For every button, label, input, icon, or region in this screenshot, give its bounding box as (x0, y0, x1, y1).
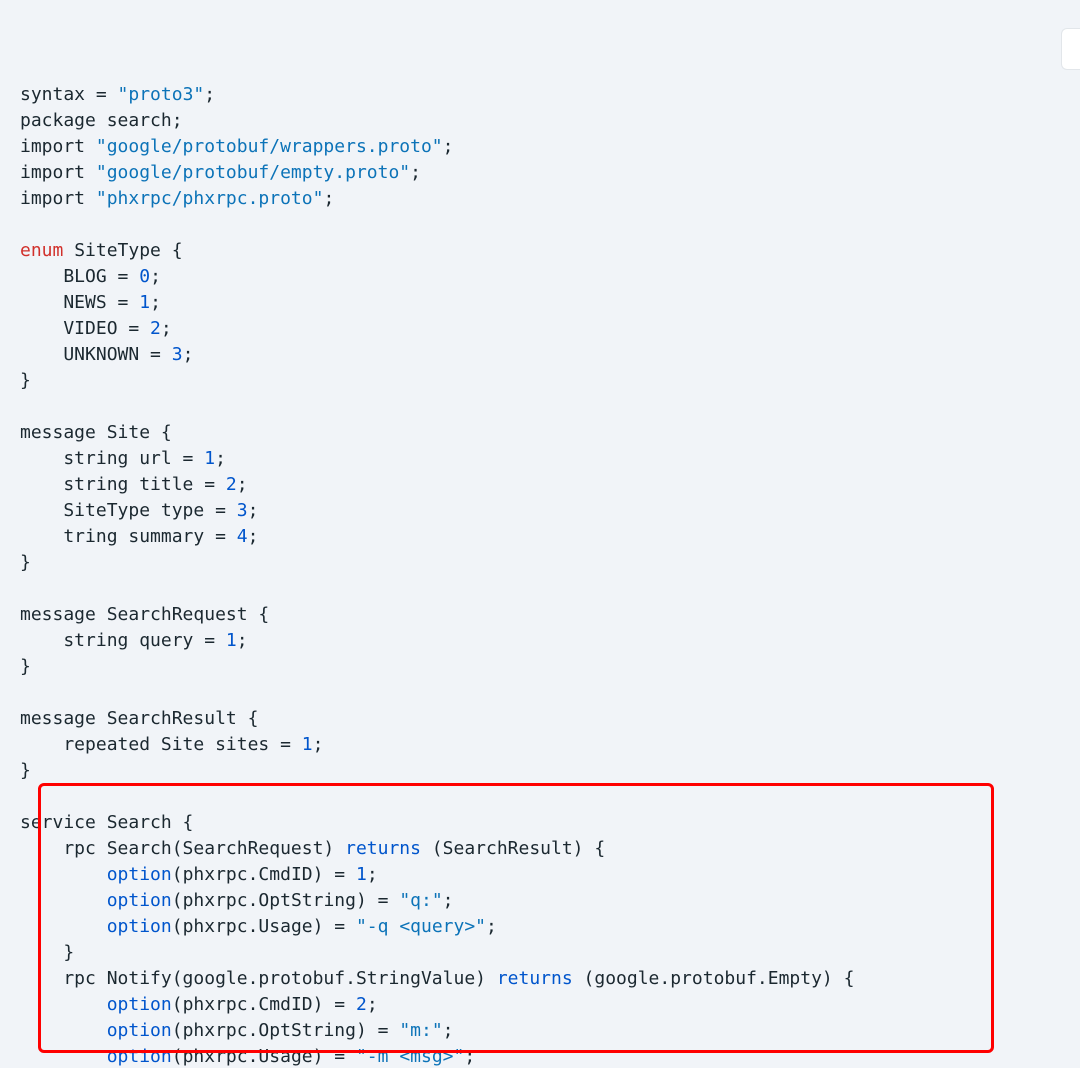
code-line: import "google/protobuf/empty.proto"; (20, 162, 421, 183)
code-line: } (20, 760, 31, 781)
code-line: option(phxrpc.CmdID) = 1; (20, 864, 378, 885)
code-line: syntax = "proto3"; (20, 84, 215, 105)
code-line: BLOG = 0; (20, 266, 161, 287)
code-line: option(phxrpc.Usage) = "-q <query>"; (20, 916, 497, 937)
code-line: } (20, 370, 31, 391)
code-line: string title = 2; (20, 474, 248, 495)
code-line: VIDEO = 2; (20, 318, 172, 339)
code-line: option(phxrpc.OptString) = "q:"; (20, 890, 454, 911)
code-line: UNKNOWN = 3; (20, 344, 193, 365)
code-line: option(phxrpc.OptString) = "m:"; (20, 1020, 454, 1041)
code-line: option(phxrpc.CmdID) = 2; (20, 994, 378, 1015)
copy-button[interactable] (1061, 28, 1080, 70)
code-line: message SearchResult { (20, 708, 258, 729)
code-line: option(phxrpc.Usage) = "-m <msg>"; (20, 1046, 475, 1067)
code-line: } (20, 656, 31, 677)
code-block: syntax = "proto3"; package search; impor… (0, 0, 1080, 1068)
code-line: package search; (20, 110, 183, 131)
code-line: import "phxrpc/phxrpc.proto"; (20, 188, 334, 209)
code-line: service Search { (20, 812, 193, 833)
code-line: message Site { (20, 422, 172, 443)
code-line: rpc Search(SearchRequest) returns (Searc… (20, 838, 605, 859)
code-line: tring summary = 4; (20, 526, 258, 547)
code-line: NEWS = 1; (20, 292, 161, 313)
code-line: string query = 1; (20, 630, 248, 651)
code-line: } (20, 942, 74, 963)
code-line: SiteType type = 3; (20, 500, 258, 521)
code-content: syntax = "proto3"; package search; impor… (20, 82, 1080, 1068)
code-line: rpc Notify(google.protobuf.StringValue) … (20, 968, 854, 989)
code-line: enum SiteType { (20, 240, 183, 261)
code-line: } (20, 552, 31, 573)
code-line: import "google/protobuf/wrappers.proto"; (20, 136, 453, 157)
code-line: string url = 1; (20, 448, 226, 469)
code-line: repeated Site sites = 1; (20, 734, 323, 755)
code-line: message SearchRequest { (20, 604, 269, 625)
